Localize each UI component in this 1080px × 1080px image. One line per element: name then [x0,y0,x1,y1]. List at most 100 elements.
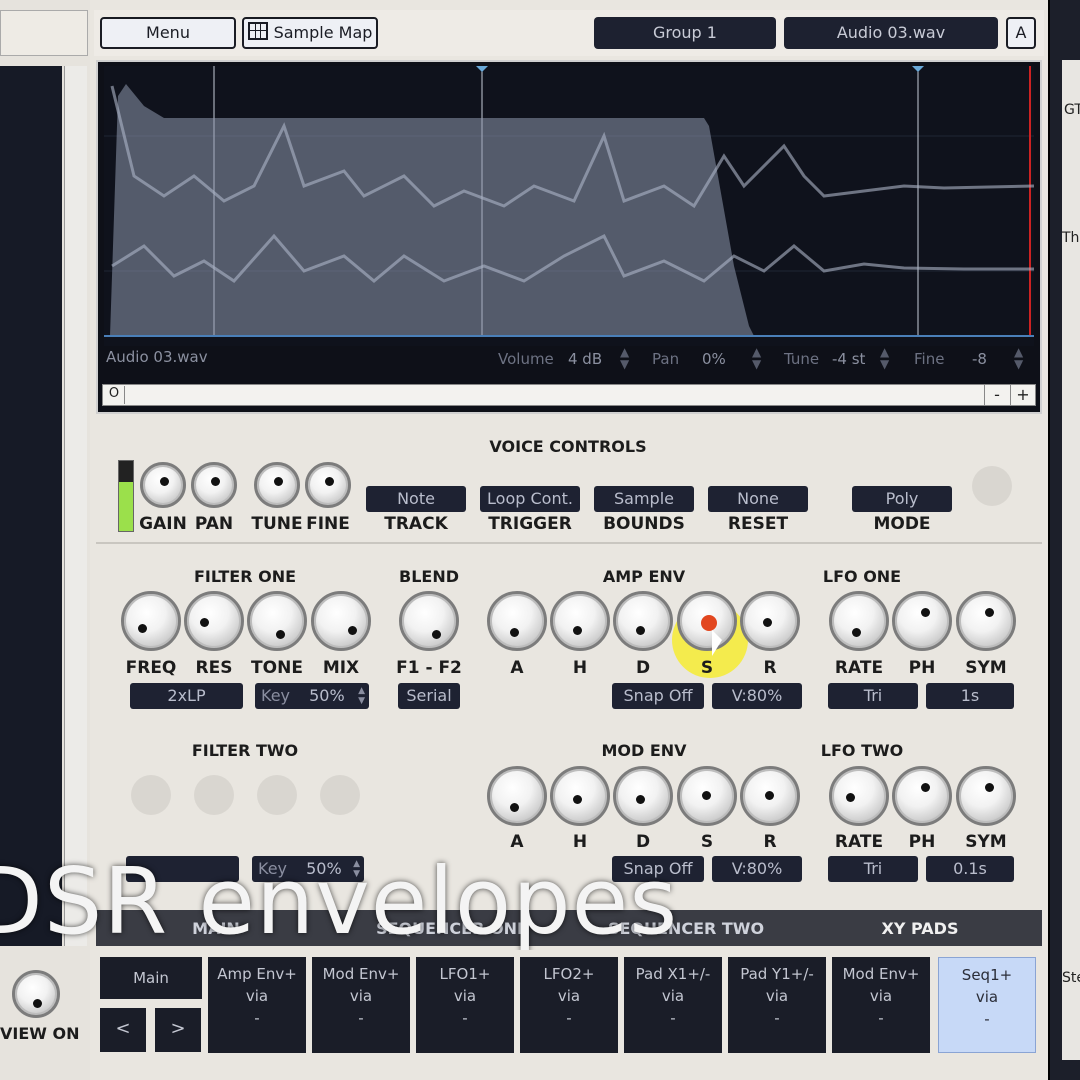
volume-value[interactable]: 4 dB [568,350,602,368]
amp-envelope-shape [110,84,754,336]
zoom-out-button[interactable]: - [984,385,1009,405]
amp-velocity-field[interactable]: V:80% [712,683,802,709]
filter-one-tone-knob[interactable] [247,591,307,651]
key-stepper-icon[interactable]: ▲ ▼ [358,686,365,706]
lfo-two-time-field[interactable]: 0.1s [926,856,1014,882]
waveform-filename: Audio 03.wav [106,348,208,366]
sample-map-button[interactable]: Sample Map [242,17,378,49]
amp-h-label: H [572,658,588,678]
mod-attack-knob[interactable] [487,766,547,826]
left-dark-list[interactable] [0,66,62,946]
blend-mode-selector[interactable]: Serial [398,683,460,709]
tune-value[interactable]: -4 st [832,350,865,368]
mod-slot-7[interactable]: Mod Env+ via - [832,957,930,1053]
a-button[interactable]: A [1006,17,1036,49]
pan-stepper-icon[interactable]: ▲ ▼ [752,346,761,370]
filter-two-title: FILTER TWO [191,741,299,760]
amp-release-knob[interactable] [740,591,800,651]
mod-prev-button[interactable]: < [100,1008,146,1052]
amp-attack-knob[interactable] [487,591,547,651]
amp-hold-knob[interactable] [550,591,610,651]
volume-stepper-icon[interactable]: ▲ ▼ [620,346,629,370]
lfo-one-time-field[interactable]: 1s [926,683,1014,709]
reset-selector[interactable]: None [708,486,808,512]
fine-stepper-icon[interactable]: ▲ ▼ [1014,346,1023,370]
filter-one-freq-knob[interactable] [121,591,181,651]
lfo-two-phase-knob[interactable] [892,766,952,826]
mod-decay-knob[interactable] [613,766,673,826]
lfo-one-phase-knob[interactable] [892,591,952,651]
fine-value[interactable]: -8 [972,350,987,368]
waveform-scrollbar[interactable] [102,384,1036,406]
filter-two-knob-placeholder [320,775,360,815]
mod-slot-via: via [869,987,893,1005]
amp-r-label: R [763,658,777,678]
waveform-display[interactable] [104,66,1034,346]
mod-next-button[interactable]: > [155,1008,201,1052]
mod-slot-6[interactable]: Pad Y1+/- via - [728,957,826,1053]
file-selector[interactable]: Audio 03.wav [784,17,998,49]
mod-slot-via: via [557,987,581,1005]
mod-slot-source: Pad Y1+/- [740,965,814,983]
lfo-two-rate-knob[interactable] [829,766,889,826]
pan-knob[interactable] [191,462,237,508]
lfo-two-shape-selector[interactable]: Tri [828,856,918,882]
trigger-selector[interactable]: Loop Cont. [480,486,580,512]
tune-knob[interactable] [254,462,300,508]
mod-hold-knob[interactable] [550,766,610,826]
lfo-two-title: LFO TWO [820,741,904,760]
filter-one-res-knob[interactable] [184,591,244,651]
mix-label: MIX [322,658,360,678]
track-selector[interactable]: Note [366,486,466,512]
gain-knob[interactable] [140,462,186,508]
mod-main-button[interactable]: Main [100,957,202,999]
pan-value[interactable]: 0% [702,350,726,368]
mod-slot-4[interactable]: LFO2+ via - [520,957,618,1053]
zoom-in-button[interactable]: + [1010,385,1035,405]
mod-slot-target: - [774,1009,780,1027]
mode-selector[interactable]: Poly [852,486,952,512]
lfo-one-sym-knob[interactable] [956,591,1016,651]
mod-slot-5[interactable]: Pad X1+/- via - [624,957,722,1053]
lfo-two-sym-knob[interactable] [956,766,1016,826]
fine-knob[interactable] [305,462,351,508]
scroll-start-button[interactable]: O [104,386,125,404]
view-on-label: VIEW ON [0,1024,80,1043]
lfo-one-shape-selector[interactable]: Tri [828,683,918,709]
filter-one-mix-knob[interactable] [311,591,371,651]
mod-slot-target: - [878,1009,884,1027]
mod-slot-8[interactable]: Seq1+ via - [938,957,1036,1053]
mod-slot-3[interactable]: LFO1+ via - [416,957,514,1053]
right-ste-text: Ste [1062,970,1080,986]
mod-release-knob[interactable] [740,766,800,826]
blend-knob[interactable] [399,591,459,651]
lfo-two-sym-label: SYM [965,832,1007,852]
level-meter [118,460,134,532]
mod-sustain-knob[interactable] [677,766,737,826]
tune-stepper-icon[interactable]: ▲ ▼ [880,346,889,370]
mod-r-label: R [763,832,777,852]
filter-one-title: FILTER ONE [193,567,297,586]
mod-slot-target: - [462,1009,468,1027]
mod-velocity-field[interactable]: V:80% [712,856,802,882]
amp-decay-knob[interactable] [613,591,673,651]
amp-snap-toggle[interactable]: Snap Off [612,683,704,709]
mod-slot-2[interactable]: Mod Env+ via - [312,957,410,1053]
amp-s-label: S [700,658,714,678]
lfo-one-ph-label: PH [908,658,936,678]
filter-one-type-selector[interactable]: 2xLP [130,683,243,709]
mod-slot-source: Pad X1+/- [635,965,711,983]
mod-slot-source: LFO2+ [543,965,595,983]
amp-sustain-knob[interactable] [677,591,737,651]
left-scrollbar[interactable] [64,66,87,946]
lfo-one-rate-knob[interactable] [829,591,889,651]
tab-xy-pads[interactable]: XY PADS [804,919,1036,938]
menu-button[interactable]: Menu [100,17,236,49]
mode-label: MODE [873,514,931,534]
view-knob[interactable] [12,970,60,1018]
filter-one-key-field[interactable]: Key 50% ▲ ▼ [255,683,369,709]
group-selector[interactable]: Group 1 [594,17,776,49]
track-label: TRACK [384,514,448,534]
bounds-selector[interactable]: Sample [594,486,694,512]
mod-slot-1[interactable]: Amp Env+ via - [208,957,306,1053]
